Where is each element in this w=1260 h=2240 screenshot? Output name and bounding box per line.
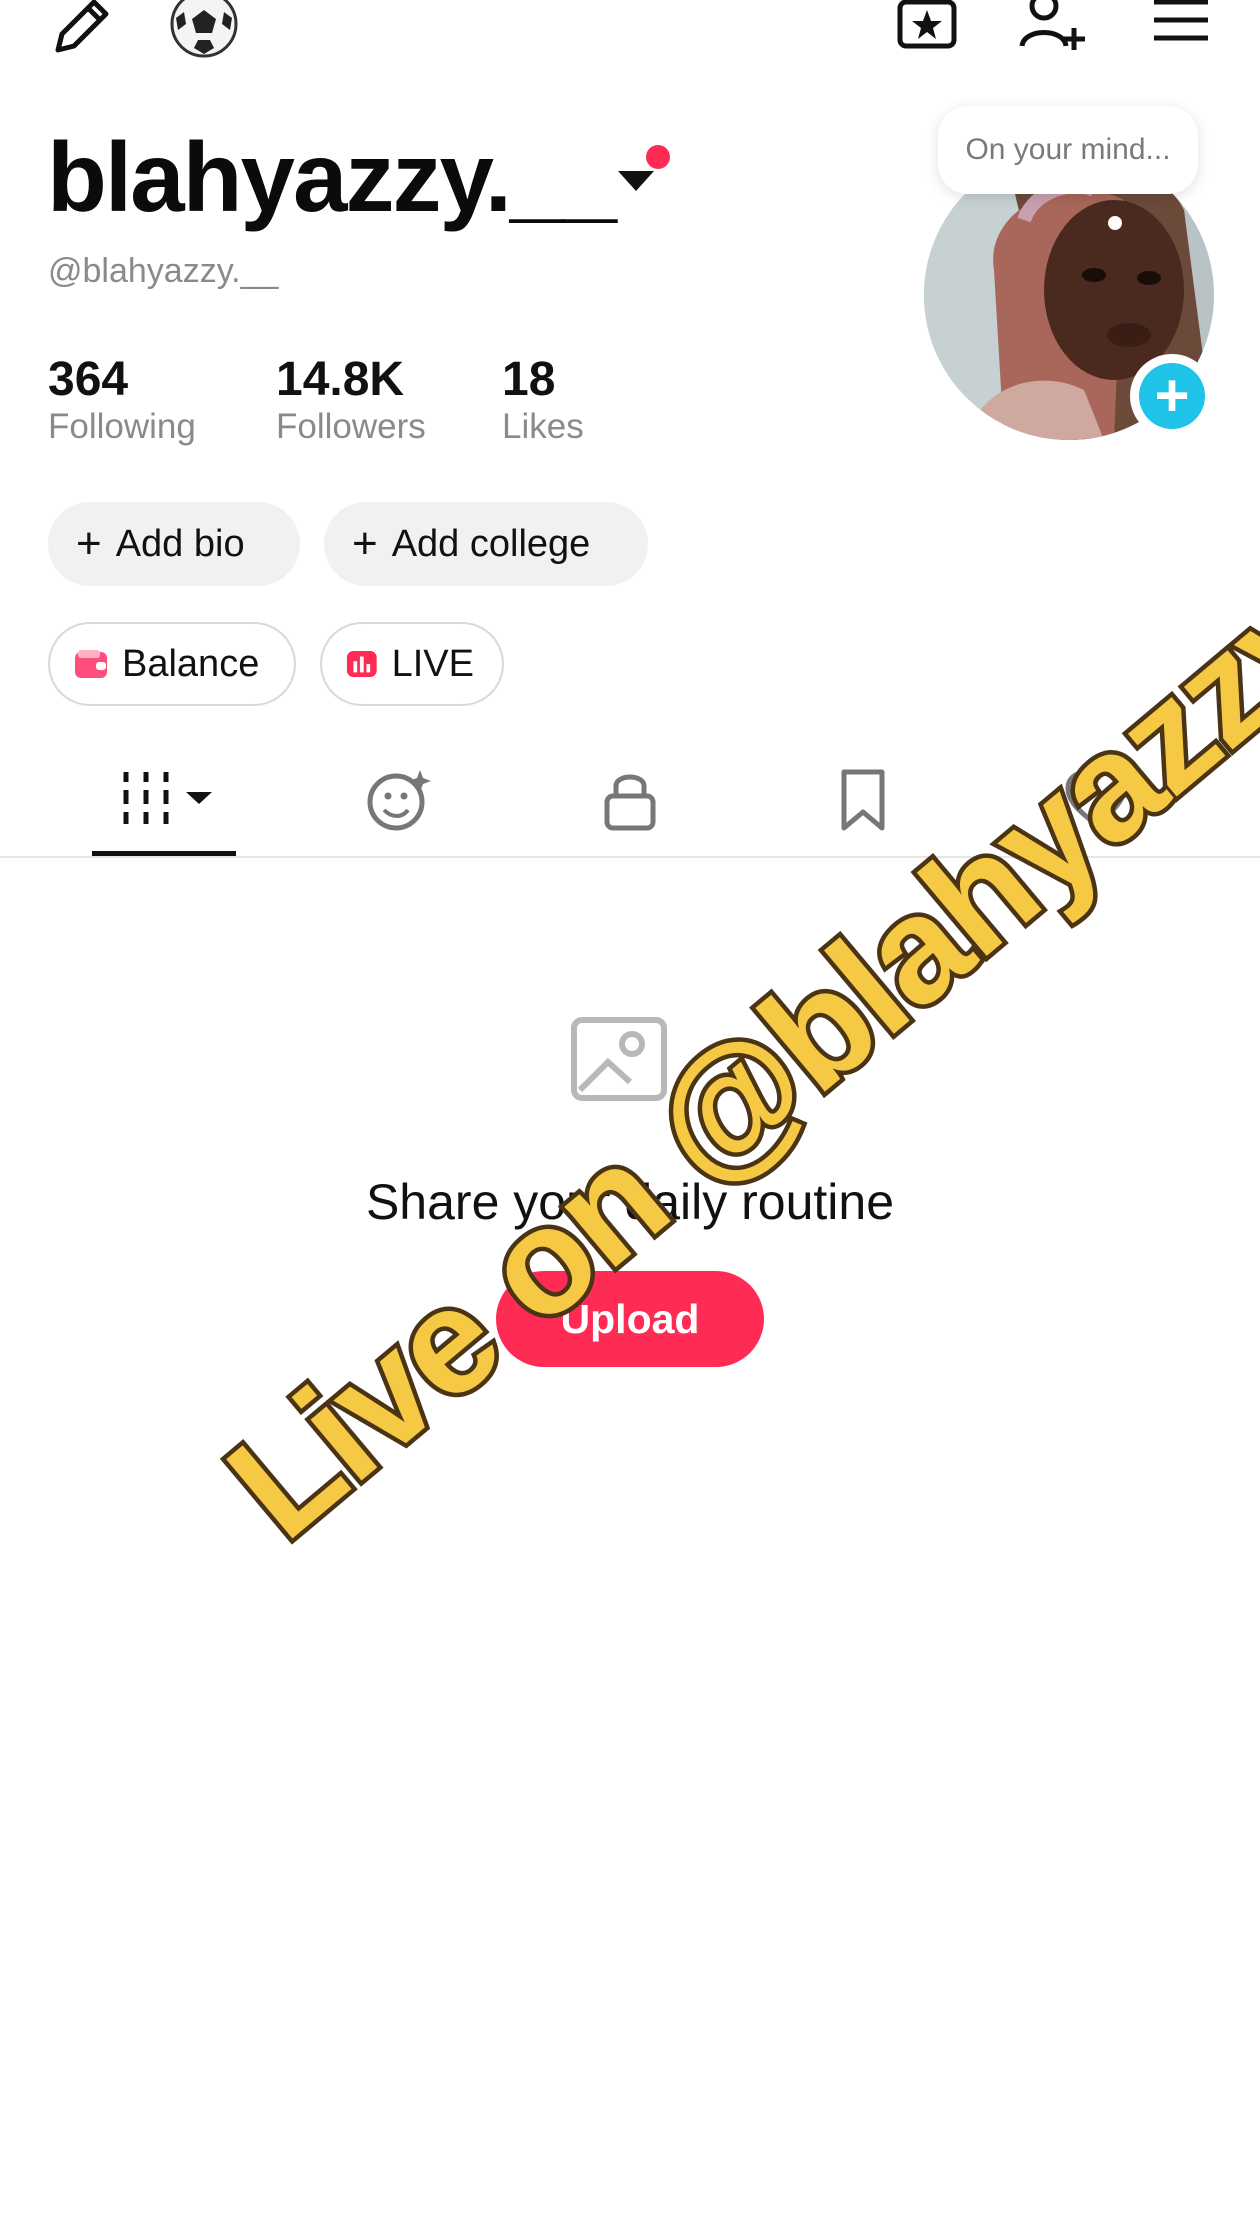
upload-button[interactable]: Upload (496, 1271, 764, 1367)
plus-icon: + (352, 519, 378, 568)
tabs-divider (0, 856, 1260, 858)
live-studio-icon (346, 650, 377, 678)
tab-favorites[interactable] (838, 768, 888, 837)
stat-likes-label: Likes (502, 407, 584, 446)
stat-following-value: 364 (48, 353, 129, 406)
stat-followers[interactable]: 14.8K Followers (276, 352, 426, 447)
stat-likes[interactable]: 18 Likes (502, 352, 584, 447)
add-college-button[interactable]: + Add college (324, 502, 648, 586)
add-bio-label: Add bio (115, 522, 245, 565)
wallet-icon (75, 650, 107, 678)
note-bubble-tail (1108, 216, 1122, 230)
favorites-bookmark-icon (841, 769, 885, 831)
profile-handle: @blahyazzy.__ (48, 252, 279, 290)
add-story-button[interactable]: + (1130, 354, 1214, 438)
tab-private[interactable] (602, 768, 658, 837)
menu-hamburger-icon[interactable] (1152, 0, 1210, 44)
notification-dot (646, 145, 670, 169)
soccer-ball-icon[interactable] (168, 0, 240, 60)
stat-following[interactable]: 364 Following (48, 352, 196, 447)
account-switch-caret-icon[interactable] (618, 171, 654, 191)
stat-likes-value: 18 (502, 353, 556, 406)
liked-heart-icon (1065, 770, 1127, 828)
note-bubble[interactable]: On your mind... (938, 106, 1198, 194)
reposts-icon (367, 770, 431, 831)
profile-username[interactable]: blahyazzy.__ (47, 128, 617, 226)
tab-liked[interactable] (1064, 770, 1128, 833)
edit-pencil-icon[interactable] (48, 0, 114, 60)
balance-label: Balance (122, 642, 260, 685)
add-college-label: Add college (391, 522, 591, 565)
empty-state-image-icon (570, 1016, 680, 1111)
plus-icon: + (76, 519, 102, 568)
live-button[interactable]: LIVE (320, 622, 504, 706)
tab-reposts[interactable] (364, 768, 434, 837)
private-lock-icon (604, 774, 656, 831)
videos-grid-icon (123, 772, 212, 824)
live-label: LIVE (391, 642, 474, 685)
plus-icon: + (1139, 363, 1205, 429)
empty-state-title: Share your daily routine (365, 1174, 895, 1230)
stat-followers-label: Followers (276, 407, 426, 446)
balance-button[interactable]: Balance (48, 622, 296, 706)
add-friend-icon[interactable] (1018, 0, 1088, 54)
add-bio-button[interactable]: + Add bio (48, 502, 300, 586)
stat-followers-value: 14.8K (276, 353, 405, 406)
creator-star-calendar-icon[interactable] (896, 0, 958, 52)
stat-following-label: Following (48, 407, 196, 446)
tab-videos[interactable] (118, 768, 218, 828)
